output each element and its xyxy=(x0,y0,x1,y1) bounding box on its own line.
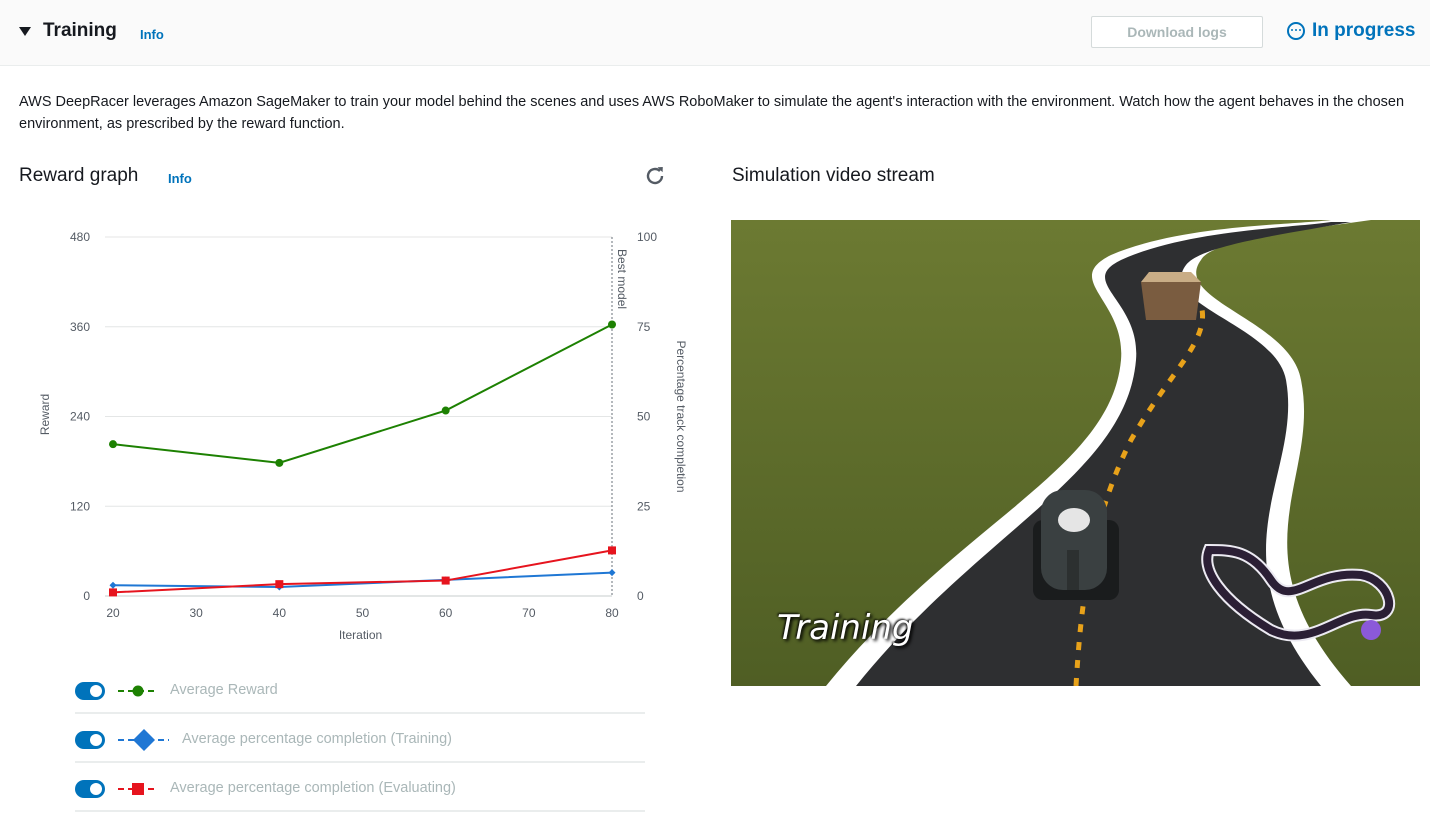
y-tick-label: 0 xyxy=(83,589,90,603)
chart-series xyxy=(109,320,616,597)
simulation-video-stream[interactable]: Training xyxy=(731,220,1420,686)
x-tick-label: 20 xyxy=(106,606,120,620)
y2-tick-label: 25 xyxy=(637,499,651,513)
series-toggle[interactable] xyxy=(75,780,105,798)
legend-circle-icon xyxy=(118,685,158,697)
video-overlay-text: Training xyxy=(777,608,914,648)
data-point xyxy=(608,569,616,577)
info-link[interactable]: Info xyxy=(140,27,164,42)
y2-tick-label: 75 xyxy=(637,320,651,334)
reward-graph-info-link[interactable]: Info xyxy=(168,171,192,186)
x-tick-label: 60 xyxy=(439,606,453,620)
reward-graph-title: Reward graph xyxy=(19,165,139,186)
data-point xyxy=(109,581,117,589)
legend-row: Average percentage completion (Evaluatin… xyxy=(75,764,645,812)
status-text: In progress xyxy=(1312,20,1416,41)
y-tick-label: 240 xyxy=(70,410,90,424)
data-point xyxy=(275,580,284,589)
video-stream-title: Simulation video stream xyxy=(732,165,935,186)
legend-marker xyxy=(132,783,144,795)
data-point xyxy=(441,576,450,585)
download-logs-button[interactable]: Download logs xyxy=(1091,16,1263,48)
series-line-1 xyxy=(112,323,613,464)
x-axis-label: Iteration xyxy=(339,628,382,642)
y-tick-label: 480 xyxy=(70,230,90,244)
data-point xyxy=(608,320,616,329)
training-section-header: Training Info Download logs In progress xyxy=(0,0,1430,66)
legend-square-icon xyxy=(118,783,158,795)
reward-graph: 0 120 240 360 480 0 25 50 75 100 20 30 40 50 60 70 80 Ite… xyxy=(38,230,688,642)
y2-tick-label: 50 xyxy=(637,410,651,424)
collapse-caret-icon[interactable] xyxy=(19,27,31,36)
section-title: Training xyxy=(43,20,117,41)
y-tick-label: 120 xyxy=(70,499,90,513)
status-indicator: In progress xyxy=(1287,20,1415,42)
y2-tick-label: 100 xyxy=(637,230,657,244)
legend-row: Average percentage completion (Training) xyxy=(75,715,645,763)
data-point xyxy=(109,440,117,449)
data-point xyxy=(109,588,117,597)
in-progress-icon xyxy=(1287,22,1305,40)
y2-tick-label: 0 xyxy=(637,589,644,603)
data-point xyxy=(275,458,284,467)
x-tick-label: 50 xyxy=(356,606,370,620)
legend-label: Average Reward xyxy=(170,682,278,698)
series-toggle[interactable] xyxy=(75,731,105,749)
best-model-label: Best model xyxy=(615,249,629,309)
refresh-icon[interactable] xyxy=(643,164,667,188)
legend-row: Average Reward xyxy=(75,666,645,714)
data-point xyxy=(441,406,450,415)
legend-label: Average percentage completion (Training) xyxy=(182,731,453,747)
x-tick-label: 30 xyxy=(189,606,203,620)
series-line-2 xyxy=(112,571,613,589)
legend-marker xyxy=(132,685,144,697)
x-tick-label: 80 xyxy=(605,606,619,620)
data-point xyxy=(608,546,616,555)
series-toggle[interactable] xyxy=(75,682,105,700)
x-tick-label: 40 xyxy=(273,606,287,620)
legend-marker xyxy=(133,729,155,751)
legend-diamond-icon xyxy=(118,729,169,751)
description-text: AWS DeepRacer leverages Amazon SageMaker… xyxy=(19,94,1405,132)
y-tick-label: 360 xyxy=(70,320,90,334)
chart-grid xyxy=(105,236,612,597)
y2-axis-label: Percentage track completion xyxy=(674,340,688,492)
legend-label: Average percentage completion (Evaluatin… xyxy=(170,780,456,796)
x-tick-label: 70 xyxy=(522,606,536,620)
y-axis-label: Reward xyxy=(38,394,52,435)
